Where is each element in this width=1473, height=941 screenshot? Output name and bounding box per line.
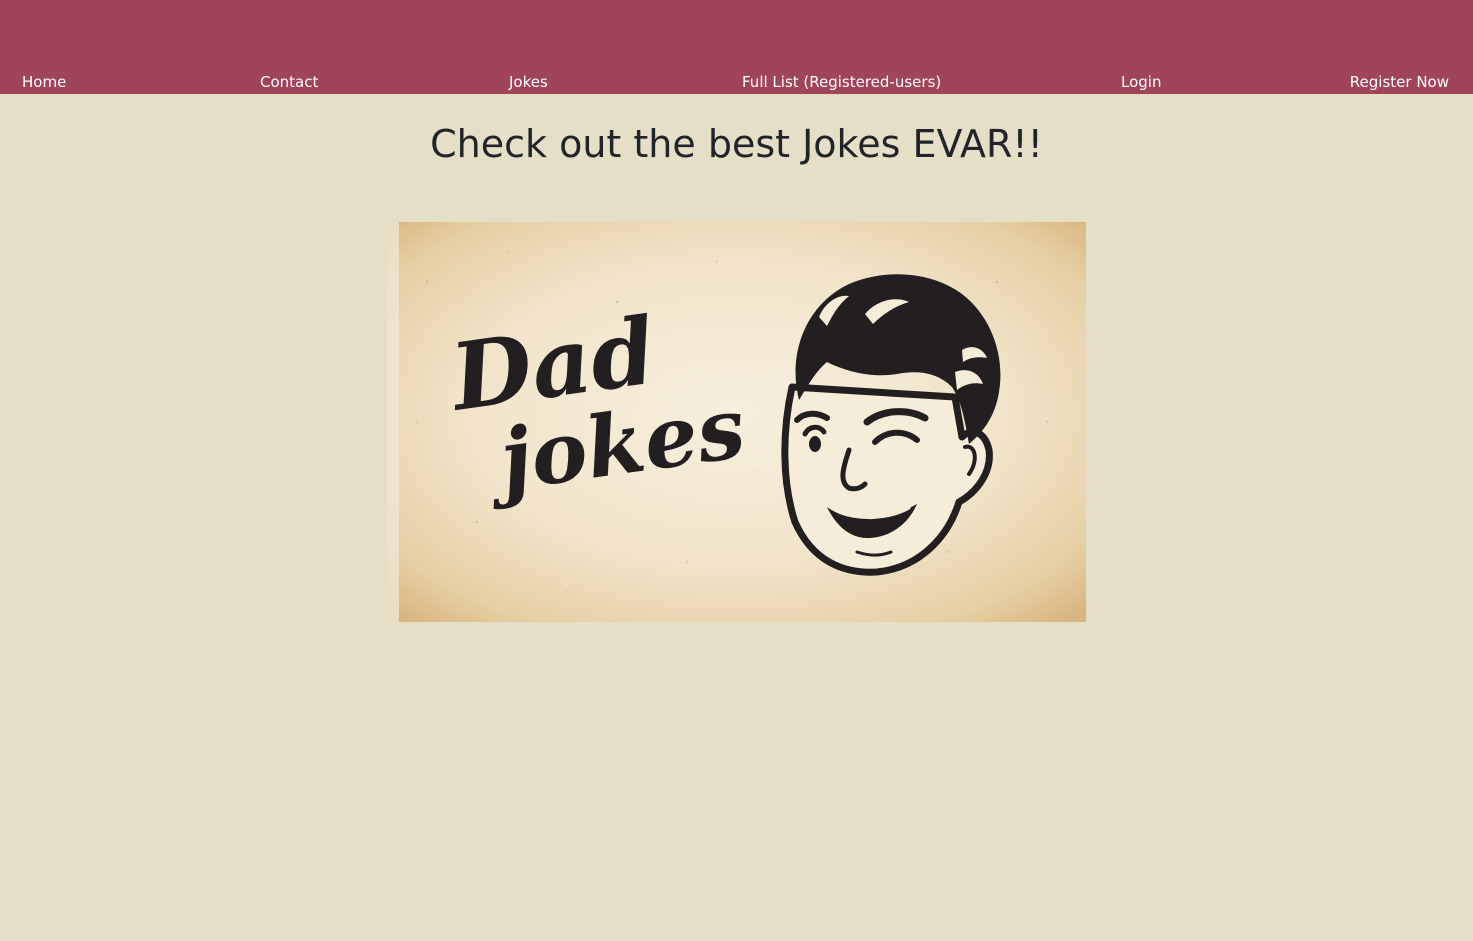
page-title: Check out the best Jokes EVAR!! [430, 122, 1043, 166]
nav-link-register[interactable]: Register Now [1350, 72, 1449, 92]
nav-link-home[interactable]: Home [22, 72, 66, 92]
dad-jokes-hero-image: Dad jokes [387, 222, 1086, 622]
nav-link-contact[interactable]: Contact [260, 72, 318, 92]
nav-link-jokes[interactable]: Jokes [509, 72, 548, 92]
top-navbar: Home Contact Jokes Full List (Registered… [0, 0, 1473, 94]
nav-link-full-list[interactable]: Full List (Registered-users) [742, 72, 941, 92]
nav-link-login[interactable]: Login [1121, 72, 1161, 92]
